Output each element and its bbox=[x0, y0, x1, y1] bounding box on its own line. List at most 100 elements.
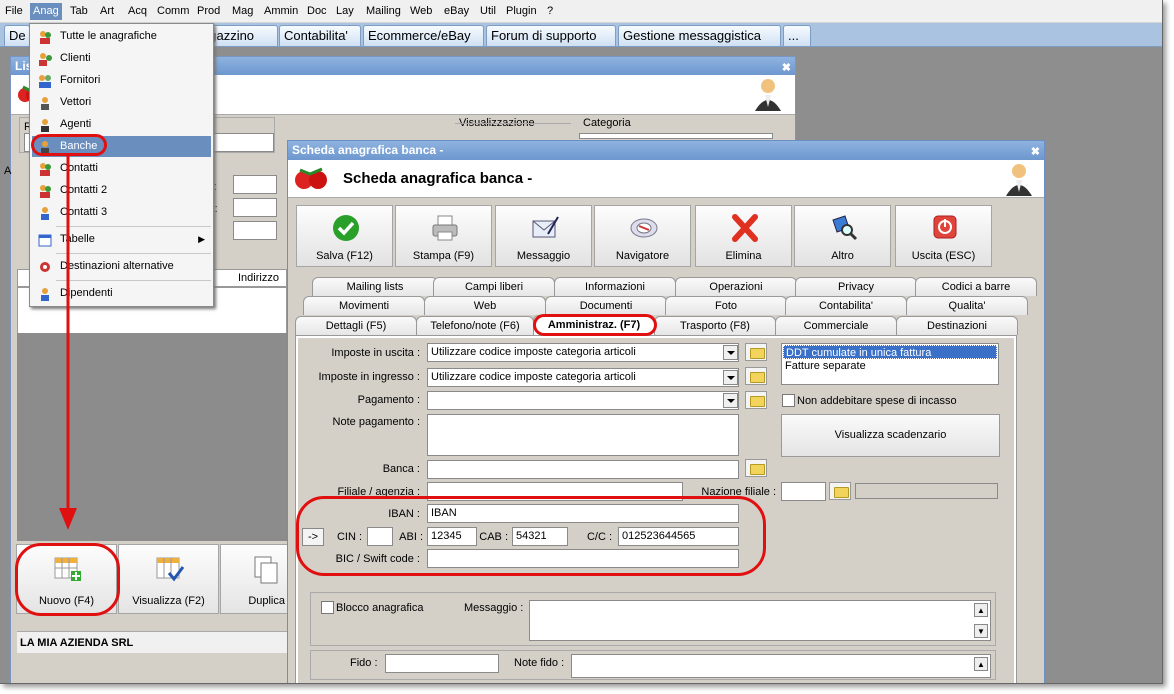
folder-icon[interactable] bbox=[745, 391, 767, 409]
menu-lay[interactable]: Lay bbox=[336, 5, 354, 17]
note-fido-textarea[interactable] bbox=[571, 654, 991, 678]
table-icon bbox=[38, 234, 52, 247]
tab-forum[interactable]: Forum di supporto bbox=[486, 25, 616, 46]
ddt-listbox[interactable]: DDT cumulate in unica fattura Fatture se… bbox=[781, 343, 999, 385]
fido-label: Fido : bbox=[350, 657, 378, 669]
fido-input[interactable] bbox=[385, 654, 499, 673]
tab-destinazioni[interactable]: Destinazioni bbox=[896, 316, 1018, 335]
menu-item-fornitori[interactable]: Fornitori bbox=[32, 70, 211, 91]
user-avatar-icon bbox=[755, 79, 781, 111]
menu-help[interactable]: ? bbox=[547, 5, 553, 17]
tab-dettagli[interactable]: Dettagli (F5) bbox=[295, 316, 417, 335]
tab-privacy[interactable]: Privacy bbox=[795, 277, 917, 296]
input-frag-3[interactable] bbox=[233, 221, 277, 240]
salva-button[interactable]: Salva (F12) bbox=[296, 205, 393, 267]
menu-web[interactable]: Web bbox=[410, 5, 432, 17]
duplica-button[interactable]: Duplica bbox=[220, 544, 290, 614]
messaggio-label: Messaggio bbox=[516, 250, 571, 262]
tab-campi-liberi[interactable]: Campi liberi bbox=[433, 277, 555, 296]
tab-mailing-lists[interactable]: Mailing lists bbox=[312, 277, 438, 296]
menu-tab[interactable]: Tab bbox=[70, 5, 88, 17]
tab-informazioni[interactable]: Informazioni bbox=[554, 277, 676, 296]
tab-trasporto[interactable]: Trasporto (F8) bbox=[654, 316, 776, 335]
menu-doc[interactable]: Doc bbox=[307, 5, 327, 17]
visualizza-scadenzario-button[interactable]: Visualizza scadenzario bbox=[781, 414, 1000, 457]
pagamento-select[interactable] bbox=[427, 391, 739, 410]
non-addebitare-checkbox[interactable] bbox=[782, 394, 795, 407]
tab-de[interactable]: De bbox=[4, 25, 30, 46]
menu-anag[interactable]: Anag bbox=[30, 3, 62, 20]
form-window-title: Scheda anagrafica banca - bbox=[292, 143, 444, 157]
menu-item-clienti[interactable]: Clienti bbox=[32, 48, 211, 69]
input-frag-1[interactable] bbox=[233, 175, 277, 194]
menu-item-label: Agenti bbox=[60, 118, 92, 130]
menu-item-agenti[interactable]: Agenti bbox=[32, 114, 211, 135]
scroll-down-icon[interactable]: ▼ bbox=[974, 624, 988, 638]
column-indirizzo[interactable]: Indirizzo bbox=[238, 272, 279, 284]
folder-icon[interactable] bbox=[745, 459, 767, 477]
folder-icon[interactable] bbox=[745, 343, 767, 361]
menu-item-vettori[interactable]: Vettori bbox=[32, 92, 211, 113]
menu-acq[interactable]: Acq bbox=[128, 5, 147, 17]
imposte-uscita-select[interactable]: Utilizzare codice imposte categoria arti… bbox=[427, 343, 739, 362]
visualizza-button[interactable]: Visualizza (F2) bbox=[118, 544, 219, 614]
menu-art[interactable]: Art bbox=[100, 5, 114, 17]
folder-icon[interactable] bbox=[745, 367, 767, 385]
tab-codici-barre[interactable]: Codici a barre bbox=[915, 277, 1037, 296]
tab-operazioni[interactable]: Operazioni bbox=[675, 277, 797, 296]
elimina-button[interactable]: Elimina bbox=[695, 205, 792, 267]
close-icon[interactable]: ✖ bbox=[1031, 143, 1040, 161]
tab-ecommerce[interactable]: Ecommerce/eBay bbox=[363, 25, 484, 46]
input-frag-2[interactable] bbox=[233, 198, 277, 217]
tab-contabilita[interactable]: Contabilita' bbox=[279, 25, 361, 46]
nazione-filiale-input[interactable] bbox=[781, 482, 826, 501]
menu-ebay[interactable]: eBay bbox=[444, 5, 469, 17]
visualizzazione-group bbox=[455, 123, 571, 139]
menu-prod[interactable]: Prod bbox=[197, 5, 220, 17]
tab-messaggistica[interactable]: Gestione messaggistica bbox=[618, 25, 781, 46]
tab-more[interactable]: ... bbox=[783, 25, 811, 46]
ddt-option[interactable]: Fatture separate bbox=[785, 359, 866, 373]
tab-web[interactable]: Web bbox=[424, 296, 546, 315]
note-pagamento-textarea[interactable] bbox=[427, 414, 739, 456]
menu-mag[interactable]: Mag bbox=[232, 5, 253, 17]
folder-icon[interactable] bbox=[829, 482, 851, 500]
categoria-field[interactable] bbox=[579, 133, 773, 139]
menu-mailing[interactable]: Mailing bbox=[366, 5, 401, 17]
tab-commerciale[interactable]: Commerciale bbox=[775, 316, 897, 335]
altro-button[interactable]: Altro bbox=[794, 205, 891, 267]
tab-documenti[interactable]: Documenti bbox=[545, 296, 667, 315]
menu-item-tutte[interactable]: Tutte le anagrafiche bbox=[32, 26, 211, 47]
imposte-ingresso-select[interactable]: Utilizzare codice imposte categoria arti… bbox=[427, 368, 739, 387]
menu-plugin[interactable]: Plugin bbox=[506, 5, 537, 17]
tab-movimenti[interactable]: Movimenti bbox=[303, 296, 425, 315]
chevron-down-icon[interactable] bbox=[723, 345, 738, 360]
menu-file[interactable]: File bbox=[5, 5, 23, 17]
form-header: Scheda anagrafica banca - bbox=[288, 160, 1044, 198]
blocco-checkbox[interactable] bbox=[321, 601, 334, 614]
ddt-option-selected[interactable]: DDT cumulate in unica fattura bbox=[783, 345, 997, 359]
stampa-button[interactable]: Stampa (F9) bbox=[395, 205, 492, 267]
tab-qualita[interactable]: Qualita' bbox=[906, 296, 1028, 315]
messaggio-button[interactable]: Messaggio bbox=[495, 205, 592, 267]
chevron-down-icon[interactable] bbox=[723, 370, 738, 385]
tab-foto[interactable]: Foto bbox=[665, 296, 787, 315]
menu-ammin[interactable]: Ammin bbox=[264, 5, 298, 17]
tab-telefono-note[interactable]: Telefono/note (F6) bbox=[416, 316, 534, 335]
highlight-amministrazione-tab bbox=[533, 314, 657, 336]
side-letter-a: A bbox=[4, 165, 12, 177]
scroll-up-icon[interactable]: ▲ bbox=[974, 657, 988, 671]
imposte-ingresso-label: Imposte in ingresso : bbox=[318, 371, 421, 383]
uscita-button[interactable]: Uscita (ESC) bbox=[895, 205, 992, 267]
chevron-down-icon[interactable] bbox=[723, 393, 738, 408]
people-group-icon bbox=[40, 31, 51, 44]
scroll-up-icon[interactable]: ▲ bbox=[974, 603, 988, 617]
menu-comm[interactable]: Comm bbox=[157, 5, 189, 17]
tab-contabilita-form[interactable]: Contabilita' bbox=[785, 296, 907, 315]
navigatore-button[interactable]: Navigatore bbox=[594, 205, 691, 267]
menu-util[interactable]: Util bbox=[480, 5, 496, 17]
banca-input[interactable] bbox=[427, 460, 739, 479]
menu-bar: File Anag Tab Art Acq Comm Prod Mag Ammi… bbox=[0, 0, 1162, 23]
messaggio-textarea[interactable] bbox=[529, 600, 991, 641]
menu-item-label: Vettori bbox=[60, 96, 92, 108]
